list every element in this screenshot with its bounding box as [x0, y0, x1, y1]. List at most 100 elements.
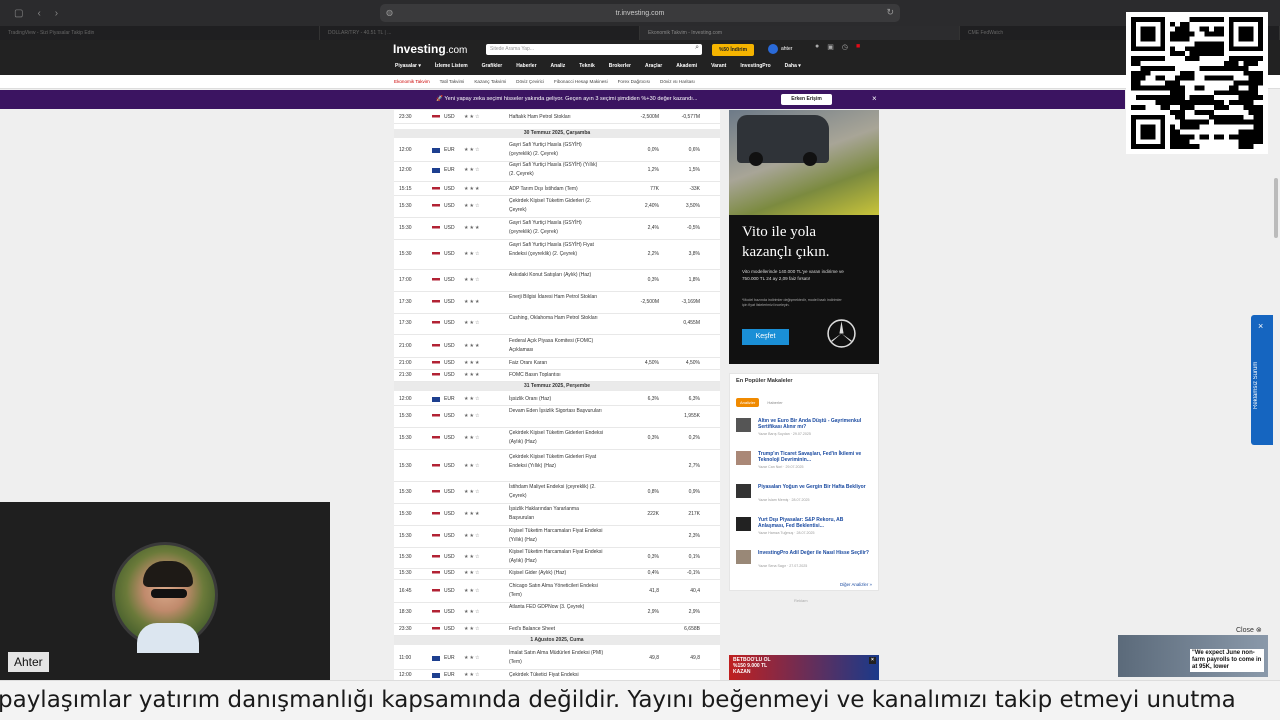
- event-name[interactable]: Devam Eden İşsizlik Sigortası Başvurular…: [509, 407, 604, 416]
- event-name[interactable]: Gayri Safi Yurtiçi Hasıla (GSYİH) Fiyat …: [509, 241, 604, 259]
- event-name[interactable]: İşsizlik Oranı (Haz): [509, 395, 604, 404]
- calendar-row[interactable]: 15:30 USD ★★☆ Kişisel Gider (Aylık) (Haz) 0,…: [394, 568, 720, 580]
- subnav-item[interactable]: Forex Dağıtıcısı: [618, 79, 650, 84]
- nav-item[interactable]: Varant: [711, 63, 726, 69]
- event-name[interactable]: FOMC Basın Toplantısı: [509, 371, 604, 380]
- nav-item[interactable]: Haberler: [516, 63, 536, 69]
- event-name[interactable]: İmalat Satın Alma Müdürleri Endeksi (PMI…: [509, 649, 604, 667]
- calendar-row[interactable]: 15:30 USD ★★☆ Kişisel Tüketim Harcamaları F…: [394, 547, 720, 569]
- briefcase-icon[interactable]: ▣: [827, 43, 834, 51]
- event-name[interactable]: Çekirdek Kişisel Tüketim Giderleri Fiyat…: [509, 453, 604, 471]
- subnav-item[interactable]: Fibonacci Hesap Makinesi: [554, 79, 608, 84]
- discount-button[interactable]: %50 İndirim: [712, 44, 754, 56]
- reload-icon[interactable]: ↻: [886, 7, 894, 18]
- calendar-row[interactable]: 15:15 USD ★★★ ADP Tarım Dışı İstihdam (Tem)…: [394, 184, 720, 196]
- address-bar[interactable]: ◍ tr.investing.com ↻: [380, 4, 900, 22]
- event-name[interactable]: İstihdam Maliyet Endeksi (çeyreklik) (2.…: [509, 483, 604, 501]
- forward-icon[interactable]: ›: [55, 8, 58, 19]
- back-icon[interactable]: ‹: [37, 8, 40, 19]
- calendar-row[interactable]: 16:45 USD ★★☆ Chicago Satın Alma Yöneticile…: [394, 581, 720, 603]
- calendar-row[interactable]: 17:30 USD ★★☆ Cushing, Oklahoma Ham Petrol …: [394, 313, 720, 335]
- tab-analyses[interactable]: Analizler: [736, 398, 760, 407]
- calendar-row[interactable]: 15:30 USD ★★★ Gayri Safi Yurtiçi Hasıla (GS…: [394, 218, 720, 240]
- calendar-row[interactable]: 15:30 USD ★★☆ Gayri Safi Yurtiçi Hasıla (GS…: [394, 240, 720, 270]
- nav-item[interactable]: İzleme Listem: [435, 63, 468, 69]
- calendar-row[interactable]: 15:30 USD ★★☆ İstihdam Maliyet Endeksi (çey…: [394, 482, 720, 504]
- event-name[interactable]: Gayri Safi Yurtiçi Hasıla (GSYİH) (çeyre…: [509, 219, 604, 237]
- calendar-row[interactable]: 15:30 USD ★★☆ Çekirdek Kişisel Tüketim Gide…: [394, 452, 720, 482]
- scrollbar[interactable]: [1274, 178, 1278, 238]
- calendar-row[interactable]: 21:00 USD ★★★ Faiz Oranı Kararı 4,50% 4,50%: [394, 358, 720, 370]
- calendar-row[interactable]: 12:00 EUR ★★☆ Gayri Safi Yurtiçi Hasıla (GS…: [394, 160, 720, 182]
- close-icon[interactable]: ×: [869, 657, 876, 664]
- close-icon[interactable]: ×: [872, 94, 877, 103]
- investing-logo[interactable]: Investing.com: [393, 42, 467, 56]
- calendar-row[interactable]: 15:30 USD ★★☆ Çekirdek Kişisel Tüketim Gide…: [394, 196, 720, 218]
- calendar-row[interactable]: 23:30 USD ★★☆ Haftalık Ham Petrol Stokları -…: [394, 112, 720, 124]
- nav-item[interactable]: Brokerler: [609, 63, 631, 69]
- nav-item[interactable]: Piyasalar ▾: [395, 63, 421, 69]
- site-search-input[interactable]: Sitede Arama Yap... ⌕: [486, 44, 702, 55]
- calendar-row[interactable]: 21:00 USD ★★★ Federal Açık Piyasa Komitesi …: [394, 336, 720, 358]
- event-name[interactable]: Kişisel Gider (Aylık) (Haz): [509, 569, 604, 578]
- event-name[interactable]: Fed's Balance Sheet: [509, 625, 604, 634]
- discover-button[interactable]: Keşfet: [742, 329, 789, 345]
- event-name[interactable]: Kişisel Tüketim Harcamaları Fiyat Endeks…: [509, 548, 604, 566]
- sidebar-icon[interactable]: ▢: [14, 8, 23, 19]
- calendar-row[interactable]: 11:00 EUR ★★☆ İmalat Satın Alma Müdürleri E…: [394, 648, 720, 670]
- calendar-row[interactable]: 18:30 USD ★★☆ Atlanta FED GDPNow (3. Çeyrek…: [394, 602, 720, 624]
- bell-icon[interactable]: ●: [815, 43, 819, 51]
- event-name[interactable]: Çekirdek Tüketici Fiyat Endeksi: [509, 671, 604, 680]
- user-menu[interactable]: ahter: [768, 44, 792, 54]
- nav-item[interactable]: Araçlar: [645, 63, 662, 69]
- event-name[interactable]: Cushing, Oklahoma Ham Petrol Stokları: [509, 314, 604, 323]
- event-name[interactable]: Enerji Bilgisi İdaresi Ham Petrol Stokla…: [509, 293, 604, 302]
- mini-player-close[interactable]: Close ⊗: [1236, 626, 1262, 634]
- calendar-row[interactable]: 15:30 USD ★★☆ Kişisel Tüketim Harcamaları F…: [394, 526, 720, 548]
- subnav-item[interactable]: Kazanç Takvimi: [474, 79, 506, 84]
- ad-free-tab[interactable]: × Reklamsız Sürüm: [1251, 315, 1273, 445]
- calendar-row[interactable]: 17:00 USD ★★☆ Askıdaki Konut Satışları (Ayl…: [394, 270, 720, 292]
- close-icon[interactable]: ×: [1258, 321, 1263, 331]
- nav-item[interactable]: Akademi: [676, 63, 697, 69]
- event-name[interactable]: Atlanta FED GDPNow (3. Çeyrek): [509, 603, 604, 612]
- event-name[interactable]: Kişisel Tüketim Harcamaları Fiyat Endeks…: [509, 527, 604, 545]
- tab-news[interactable]: Haberler: [765, 398, 784, 407]
- event-name[interactable]: Askıdaki Konut Satışları (Aylık) (Haz): [509, 271, 604, 280]
- calendar-row[interactable]: 23:30 USD ★★☆ Fed's Balance Sheet 6,658B: [394, 624, 720, 636]
- event-name[interactable]: Chicago Satın Alma Yöneticileri Endeksi …: [509, 582, 604, 600]
- subnav-item[interactable]: Döviz ısı Haritası: [660, 79, 695, 84]
- calendar-row[interactable]: 17:30 USD ★★★ Enerji Bilgisi İdaresi Ham Pe…: [394, 292, 720, 314]
- mercedes-vito-ad[interactable]: Vito ile yola kazançlı çıkın. Vito modell…: [729, 110, 879, 364]
- search-icon[interactable]: ⌕: [695, 44, 699, 52]
- calendar-row[interactable]: 12:00 EUR ★★☆ Çekirdek Tüketici Fiyat Endek…: [394, 670, 720, 680]
- turkey-flag-icon[interactable]: ■: [856, 43, 860, 51]
- calendar-row[interactable]: 21:30 USD ★★★ FOMC Basın Toplantısı: [394, 370, 720, 382]
- browser-tab-active[interactable]: Ekonomik Takvim - Investing.com: [640, 26, 960, 40]
- calendar-row[interactable]: 12:00 EUR ★★☆ Gayri Safi Yurtiçi Hasıla (GS…: [394, 140, 720, 162]
- nav-item[interactable]: Teknik: [579, 63, 594, 69]
- subnav-item[interactable]: Döviz Çevirici: [516, 79, 544, 84]
- subnav-item[interactable]: Tatil Takvimi: [440, 79, 465, 84]
- event-name[interactable]: Gayri Safi Yurtiçi Hasıla (GSYİH) (çeyre…: [509, 141, 604, 159]
- event-name[interactable]: Faiz Oranı Kararı: [509, 359, 604, 368]
- more-analyses-link[interactable]: Diğer Analizler »: [840, 582, 872, 587]
- nav-item[interactable]: Grafikler: [482, 63, 503, 69]
- event-name[interactable]: Gayri Safi Yurtiçi Hasıla (GSYİH) (Yıllı…: [509, 161, 604, 179]
- calendar-row[interactable]: 12:00 EUR ★★☆ İşsizlik Oranı (Haz) 6,3% 6,3%: [394, 394, 720, 406]
- mini-video-player[interactable]: "We expect June non-farm payrolls to com…: [1118, 635, 1268, 677]
- nav-item[interactable]: InvestingPro: [740, 63, 770, 69]
- browser-tab[interactable]: TradingView - Sizi Piyasalar Takip Edin: [0, 26, 320, 40]
- event-name[interactable]: İşsizlik Haklarından Yararlanma Başvurul…: [509, 505, 604, 523]
- nav-item[interactable]: Analiz: [551, 63, 566, 69]
- event-name[interactable]: Çekirdek Kişisel Tüketim Giderleri Endek…: [509, 429, 604, 447]
- betboo-ad[interactable]: BETBOO'LU OL %150 9.000 TL KAZAN ×: [729, 655, 879, 680]
- event-name[interactable]: Haftalık Ham Petrol Stokları: [509, 113, 604, 122]
- browser-tab[interactable]: DOLLAR/TRY - 40.51 TL | ...: [320, 26, 640, 40]
- nav-item[interactable]: Daha ▾: [785, 63, 801, 69]
- clock-icon[interactable]: ◷: [842, 43, 848, 51]
- calendar-row[interactable]: 15:30 USD ★★☆ Çekirdek Kişisel Tüketim Gide…: [394, 428, 720, 450]
- calendar-row[interactable]: 15:30 USD ★★☆ Devam Eden İşsizlik Sigortası…: [394, 406, 720, 428]
- event-name[interactable]: ADP Tarım Dışı İstihdam (Tem): [509, 185, 604, 194]
- early-access-button[interactable]: Erken Erişim: [781, 94, 832, 105]
